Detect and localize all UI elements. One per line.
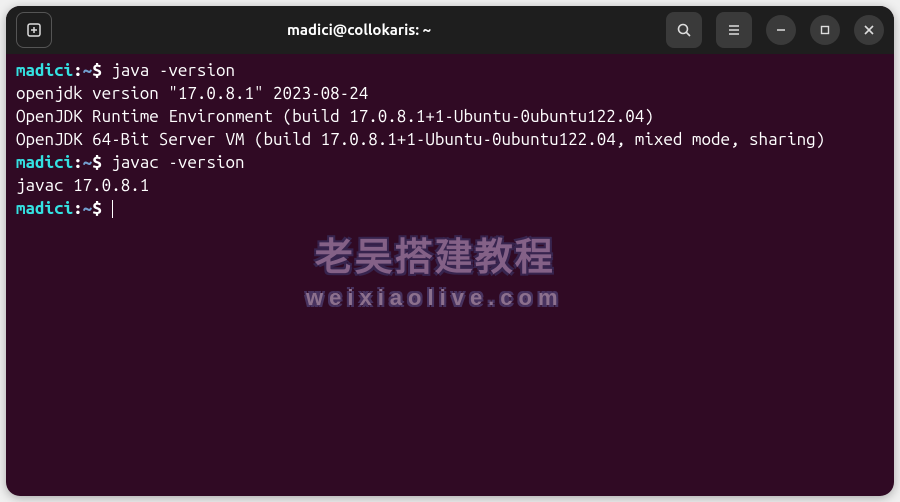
command-text: javac -version: [111, 153, 244, 172]
prompt-symbol: $: [92, 153, 102, 172]
terminal-window: madici@collokaris: ~: [6, 6, 894, 496]
cursor: [112, 200, 113, 218]
titlebar: madici@collokaris: ~: [6, 6, 894, 54]
output-line: OpenJDK Runtime Environment (build 17.0.…: [16, 106, 884, 129]
prompt-path: ~: [83, 199, 93, 218]
title-wrap: madici@collokaris: ~: [62, 21, 656, 39]
prompt-symbol: $: [92, 61, 102, 80]
search-button[interactable]: [666, 12, 702, 48]
window-title: madici@collokaris: ~: [287, 21, 431, 38]
output-line: OpenJDK 64-Bit Server VM (build 17.0.8.1…: [16, 129, 884, 152]
new-tab-button[interactable]: [16, 12, 52, 48]
minimize-button[interactable]: [766, 15, 796, 45]
prompt-sep: :: [73, 61, 83, 80]
prompt-line: madici:~$ java -version: [16, 60, 884, 83]
output-line: openjdk version "17.0.8.1" 2023-08-24: [16, 83, 884, 106]
watermark-line1: 老吴搭建教程: [306, 226, 564, 281]
new-tab-icon: [26, 22, 42, 38]
close-button[interactable]: [854, 15, 884, 45]
prompt-user: madici: [16, 199, 73, 218]
titlebar-right: [666, 12, 884, 48]
terminal-body[interactable]: madici:~$ java -version openjdk version …: [6, 54, 894, 227]
menu-button[interactable]: [716, 12, 752, 48]
prompt-sep: :: [73, 199, 83, 218]
watermark-line2: weixiaolive.com: [306, 285, 564, 311]
watermark: 老吴搭建教程 weixiaolive.com: [306, 226, 564, 311]
maximize-icon: [819, 24, 831, 36]
prompt-path: ~: [83, 61, 93, 80]
hamburger-icon: [726, 22, 742, 38]
prompt-sep: :: [73, 153, 83, 172]
command-text: java -version: [111, 61, 235, 80]
prompt-user: madici: [16, 153, 73, 172]
search-icon: [676, 22, 692, 38]
output-line: javac 17.0.8.1: [16, 175, 884, 198]
window-controls: [766, 15, 884, 45]
close-icon: [863, 24, 875, 36]
maximize-button[interactable]: [810, 15, 840, 45]
prompt-user: madici: [16, 61, 73, 80]
prompt-symbol: $: [92, 199, 102, 218]
minimize-icon: [775, 24, 787, 36]
prompt-line: madici:~$ javac -version: [16, 152, 884, 175]
prompt-path: ~: [83, 153, 93, 172]
prompt-line: madici:~$: [16, 198, 884, 221]
